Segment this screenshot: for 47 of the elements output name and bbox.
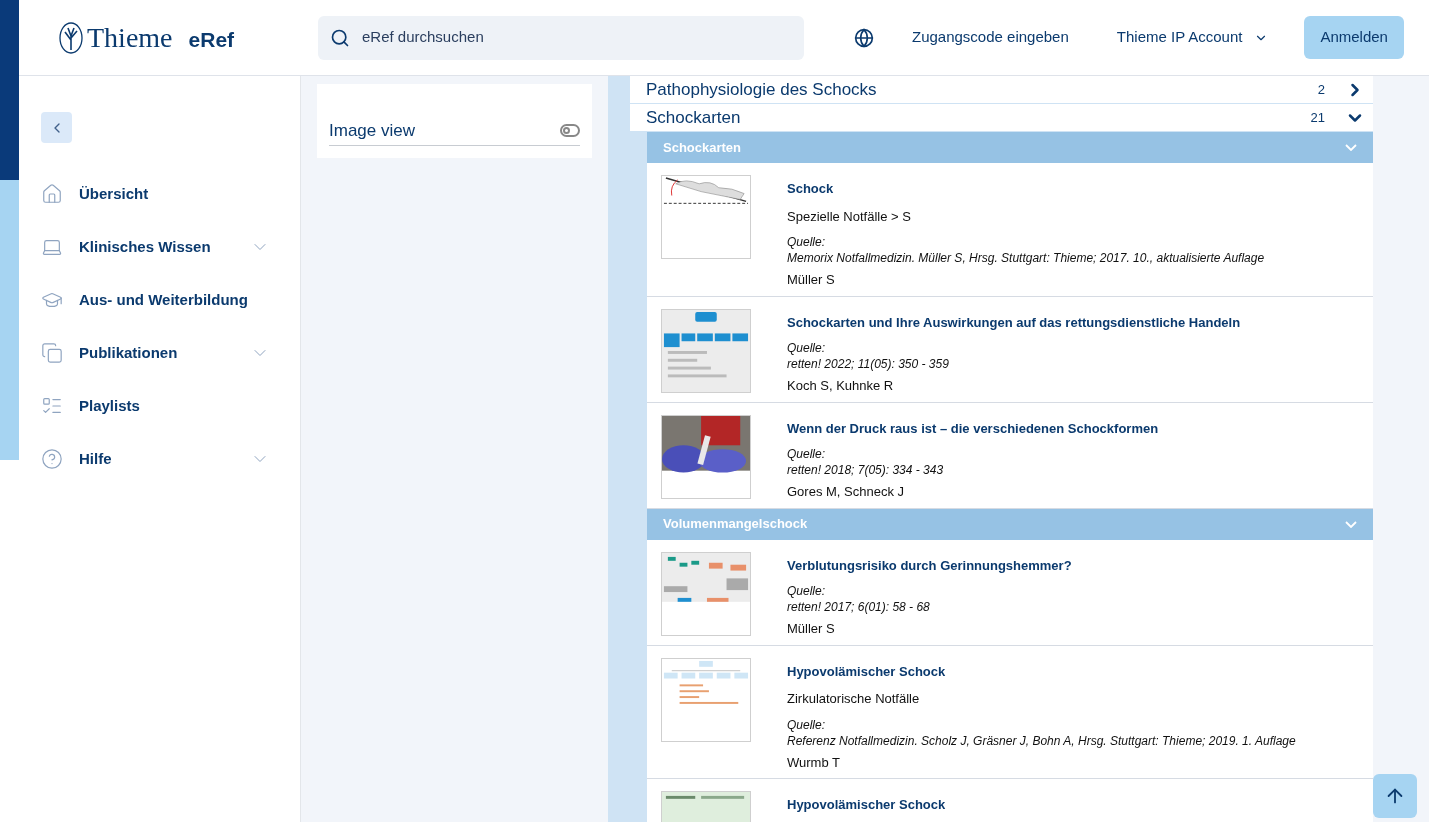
article-title-link[interactable]: Hypovolämischer Schock xyxy=(787,795,946,815)
sidebar-item[interactable]: Übersicht xyxy=(41,183,278,205)
sidebar-item[interactable]: Playlists xyxy=(41,395,278,417)
article-title-link[interactable]: Hypovolämischer Schock xyxy=(787,661,1296,681)
product-name: eRef xyxy=(188,26,235,53)
authors-text: Müller S xyxy=(787,620,836,638)
source-text: Memorix Notfallmedizin. Müller S, Hrsg. Stuttgart: Thieme; 2017. 10., aktualisierte Auflage xyxy=(787,250,1265,266)
source-label: Quelle: xyxy=(787,716,827,733)
article-category: Zirkulatorische Notfälle xyxy=(787,690,921,708)
access-code-link[interactable]: Zugangscode eingeben xyxy=(912,26,1069,49)
source-text: Referenz Notfallmedizin. Scholz J, Gräsner J, Bohn A, Hrsg. Stuttgart: Thieme; 2019. 1. Auflage xyxy=(787,732,1296,749)
article-category: Spezielle Notfälle > S xyxy=(787,207,912,226)
authors-text: Koch S, Kuhnke R xyxy=(787,377,895,395)
article-title-link[interactable]: Schockarten und Ihre Auswirkungen auf das rettungsdienstliche Handeln xyxy=(787,312,1241,332)
documents-icon xyxy=(41,342,63,364)
search-icon xyxy=(330,27,350,48)
source-text: retten! 2022; 11(05): 350 - 359 xyxy=(787,356,950,372)
source-text: retten! 2017; 6(01): 58 - 68 xyxy=(787,599,931,615)
source-text: retten! 2018; 7(05): 334 - 343 xyxy=(787,462,945,478)
account-dropdown[interactable]: Thieme IP Account xyxy=(1116,26,1269,49)
search-field[interactable]: eRef durchsuchen xyxy=(318,15,804,60)
article-title-link[interactable]: Verblutungsrisiko durch Gerinnungshemmer? xyxy=(787,555,1072,575)
image-view-toggle[interactable] xyxy=(560,123,580,137)
home-icon xyxy=(41,183,63,205)
sidebar-item[interactable]: Klinisches Wissen xyxy=(41,236,278,258)
tree-logo-icon xyxy=(59,21,83,54)
chevron-down-icon xyxy=(1345,520,1357,528)
sidebar-item[interactable]: Publikationen xyxy=(41,342,278,364)
image-view-label: Image view xyxy=(329,119,416,142)
authors-text: Müller S xyxy=(787,271,836,289)
sidebar-item[interactable]: Hilfe xyxy=(41,448,278,470)
authors-text: Wurmb T xyxy=(787,753,841,772)
scroll-to-top-button[interactable] xyxy=(1373,774,1417,818)
sidebar-item[interactable]: Aus- und Weiterbildung xyxy=(41,289,278,311)
chevron-down-icon xyxy=(1345,144,1357,151)
logo-text: Thieme xyxy=(87,23,173,52)
article-title-link[interactable]: Wenn der Druck raus ist – die verschiedenen Schockformen xyxy=(787,418,1159,438)
source-label: Quelle: xyxy=(787,446,827,462)
help-icon xyxy=(41,448,63,470)
article-title-link[interactable]: Schock xyxy=(787,179,1265,199)
search-input: eRef durchsuchen xyxy=(362,26,792,49)
login-button[interactable]: Anmelden xyxy=(1304,16,1404,59)
source-label: Quelle: xyxy=(787,234,827,250)
source-label: Quelle: xyxy=(787,583,827,599)
globe-icon xyxy=(854,27,874,48)
source-label: Quelle: xyxy=(787,340,827,356)
authors-text: Gores M, Schneck J xyxy=(787,483,906,501)
